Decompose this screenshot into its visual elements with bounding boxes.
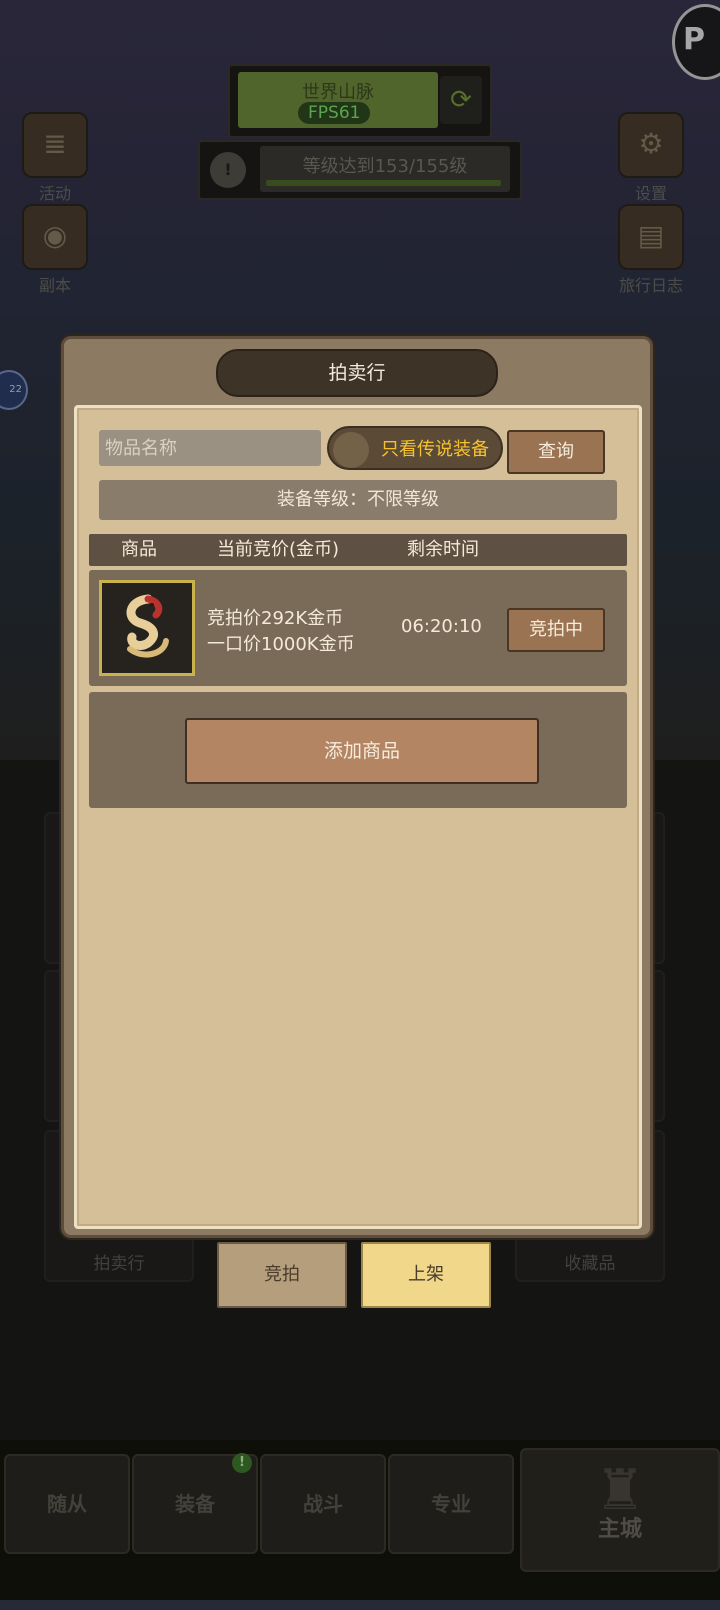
time-remaining: 06:20:10: [401, 616, 482, 637]
modal-body: 只看传说装备 查询 装备等级：不限等级 商品 当前竞价(金币) 剩余时间 竞拍价…: [74, 405, 642, 1229]
add-item-button[interactable]: 添加商品: [185, 718, 539, 784]
serpent-item-icon[interactable]: [99, 580, 195, 676]
column-header-current-bid: 当前竞价(金币): [217, 539, 340, 560]
add-item-section: 添加商品: [89, 692, 627, 808]
query-button[interactable]: 查询: [507, 430, 605, 474]
table-row[interactable]: 竞拍价292K金币 一口价1000K金币 06:20:10 竞拍中: [89, 570, 627, 686]
column-header-item: 商品: [121, 539, 157, 560]
table-header: 商品 当前竞价(金币) 剩余时间: [89, 534, 627, 566]
tab-list[interactable]: 上架: [361, 1242, 491, 1308]
bidding-status-button[interactable]: 竞拍中: [507, 608, 605, 652]
tab-bid[interactable]: 竞拍: [217, 1242, 347, 1308]
buyout-price: 一口价1000K金币: [207, 634, 355, 655]
legendary-only-label: 只看传说装备: [381, 439, 489, 460]
toggle-knob: [333, 432, 369, 468]
auction-house-modal: 拍卖行 只看传说装备 查询 装备等级：不限等级 商品 当前竞价(金币) 剩余时间…: [61, 336, 653, 1238]
item-name-search-input[interactable]: [99, 430, 321, 466]
equipment-level-filter[interactable]: 装备等级：不限等级: [99, 480, 617, 520]
current-bid-price: 竞拍价292K金币: [207, 608, 344, 629]
modal-title: 拍卖行: [216, 349, 498, 397]
column-header-time-left: 剩余时间: [407, 539, 479, 560]
legendary-only-toggle[interactable]: 只看传说装备: [327, 426, 503, 470]
